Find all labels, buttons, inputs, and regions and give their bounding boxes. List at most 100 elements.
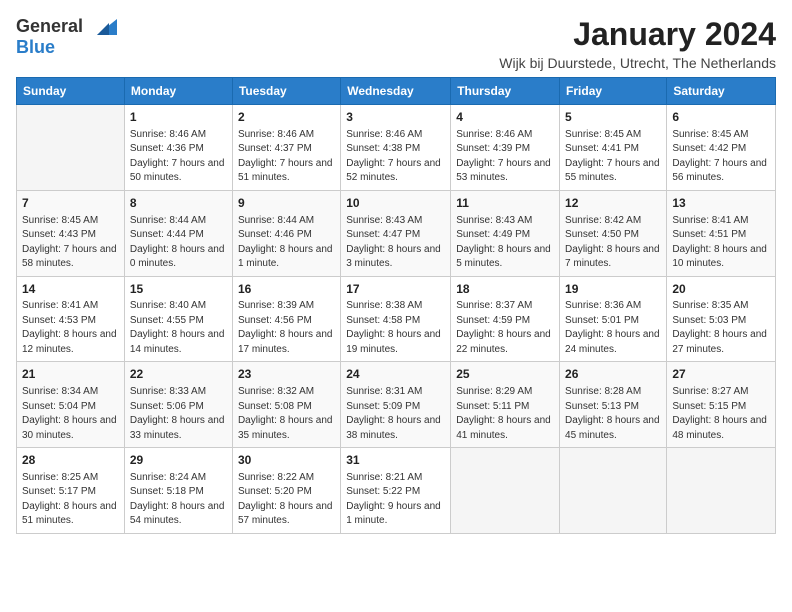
day-info: Sunrise: 8:43 AMSunset: 4:47 PMDaylight:…: [346, 214, 445, 272]
day-cell: [451, 448, 560, 534]
day-cell: 22 Sunrise: 8:33 AMSunset: 5:06 PMDayligh…: [124, 362, 232, 448]
day-number: 15: [130, 281, 227, 298]
day-number: 30: [238, 452, 335, 469]
day-cell: 9 Sunrise: 8:44 AMSunset: 4:46 PMDaylight…: [232, 190, 340, 276]
day-info: Sunrise: 8:46 AMSunset: 4:38 PMDaylight:…: [346, 128, 445, 186]
day-number: 14: [22, 281, 119, 298]
day-cell: 20Sunrise: 8:35 AMSunset: 5:03 PMDayligh…: [667, 276, 776, 362]
day-info: Sunrise: 8:45 AMSunset: 4:41 PMDaylight:…: [565, 128, 661, 186]
day-cell: [560, 448, 667, 534]
day-cell: 23 Sunrise: 8:32 AMSunset: 5:08 PMDayligh…: [232, 362, 340, 448]
day-cell: 17Sunrise: 8:38 AMSunset: 4:58 PMDayligh…: [341, 276, 451, 362]
week-row-2: 7Sunrise: 8:45 AMSunset: 4:43 PMDaylight…: [17, 190, 776, 276]
day-cell: 12 Sunrise: 8:42 AMSunset: 4:50 PMDayligh…: [560, 190, 667, 276]
day-info: Sunrise: 8:32 AMSunset: 5:08 PMDaylight:…: [238, 385, 335, 443]
day-number: 20: [672, 281, 770, 298]
day-number: 4: [456, 109, 554, 126]
day-number: 1: [130, 109, 227, 126]
day-number: 11: [456, 195, 554, 212]
day-cell: 1 Sunrise: 8:46 AMSunset: 4:36 PMDaylight…: [124, 105, 232, 191]
day-info: Sunrise: 8:40 AMSunset: 4:55 PMDaylight:…: [130, 299, 227, 357]
day-number: 23: [238, 366, 335, 383]
day-cell: 4 Sunrise: 8:46 AMSunset: 4:39 PMDaylight…: [451, 105, 560, 191]
day-number: 24: [346, 366, 445, 383]
header-sunday: Sunday: [17, 78, 125, 105]
day-info: Sunrise: 8:42 AMSunset: 4:50 PMDaylight:…: [565, 214, 661, 272]
day-number: 10: [346, 195, 445, 212]
day-number: 3: [346, 109, 445, 126]
day-info: Sunrise: 8:31 AMSunset: 5:09 PMDaylight:…: [346, 385, 445, 443]
day-cell: 3 Sunrise: 8:46 AMSunset: 4:38 PMDaylight…: [341, 105, 451, 191]
logo-blue: Blue: [16, 37, 55, 58]
day-cell: 31Sunrise: 8:21 AMSunset: 5:22 PMDayligh…: [341, 448, 451, 534]
day-cell: 11 Sunrise: 8:43 AMSunset: 4:49 PMDayligh…: [451, 190, 560, 276]
day-number: 12: [565, 195, 661, 212]
day-number: 5: [565, 109, 661, 126]
day-cell: 30 Sunrise: 8:22 AMSunset: 5:20 PMDayligh…: [232, 448, 340, 534]
logo-general: General: [16, 16, 83, 37]
day-cell: [17, 105, 125, 191]
day-number: 28: [22, 452, 119, 469]
day-cell: 28 Sunrise: 8:25 AMSunset: 5:17 PMDayligh…: [17, 448, 125, 534]
logo-icon: [87, 17, 117, 37]
day-info: Sunrise: 8:41 AMSunset: 4:51 PMDaylight:…: [672, 214, 770, 272]
calendar-title: January 2024: [499, 16, 776, 53]
day-info: Sunrise: 8:36 AMSunset: 5:01 PMDaylight:…: [565, 299, 661, 357]
header-saturday: Saturday: [667, 78, 776, 105]
day-cell: 27Sunrise: 8:27 AMSunset: 5:15 PMDayligh…: [667, 362, 776, 448]
day-header-row: SundayMondayTuesdayWednesdayThursdayFrid…: [17, 78, 776, 105]
day-info: Sunrise: 8:45 AMSunset: 4:42 PMDaylight:…: [672, 128, 770, 186]
day-number: 19: [565, 281, 661, 298]
day-info: Sunrise: 8:33 AMSunset: 5:06 PMDaylight:…: [130, 385, 227, 443]
header-tuesday: Tuesday: [232, 78, 340, 105]
day-info: Sunrise: 8:39 AMSunset: 4:56 PMDaylight:…: [238, 299, 335, 357]
day-number: 6: [672, 109, 770, 126]
header-wednesday: Wednesday: [341, 78, 451, 105]
day-number: 29: [130, 452, 227, 469]
day-info: Sunrise: 8:41 AMSunset: 4:53 PMDaylight:…: [22, 299, 119, 357]
day-info: Sunrise: 8:28 AMSunset: 5:13 PMDaylight:…: [565, 385, 661, 443]
calendar-subtitle: Wijk bij Duurstede, Utrecht, The Netherl…: [499, 55, 776, 71]
day-number: 2: [238, 109, 335, 126]
logo: General Blue: [16, 16, 117, 58]
day-cell: 26 Sunrise: 8:28 AMSunset: 5:13 PMDayligh…: [560, 362, 667, 448]
day-info: Sunrise: 8:25 AMSunset: 5:17 PMDaylight:…: [22, 471, 119, 529]
header-friday: Friday: [560, 78, 667, 105]
calendar-table: SundayMondayTuesdayWednesdayThursdayFrid…: [16, 77, 776, 534]
day-cell: 13 Sunrise: 8:41 AMSunset: 4:51 PMDayligh…: [667, 190, 776, 276]
day-info: Sunrise: 8:46 AMSunset: 4:37 PMDaylight:…: [238, 128, 335, 186]
day-cell: [667, 448, 776, 534]
day-number: 22: [130, 366, 227, 383]
day-info: Sunrise: 8:24 AMSunset: 5:18 PMDaylight:…: [130, 471, 227, 529]
day-cell: 16Sunrise: 8:39 AMSunset: 4:56 PMDayligh…: [232, 276, 340, 362]
day-number: 9: [238, 195, 335, 212]
day-cell: 21 Sunrise: 8:34 AMSunset: 5:04 PMDayligh…: [17, 362, 125, 448]
day-number: 18: [456, 281, 554, 298]
day-info: Sunrise: 8:37 AMSunset: 4:59 PMDaylight:…: [456, 299, 554, 357]
day-cell: 14Sunrise: 8:41 AMSunset: 4:53 PMDayligh…: [17, 276, 125, 362]
day-info: Sunrise: 8:21 AMSunset: 5:22 PMDaylight:…: [346, 471, 445, 529]
day-number: 17: [346, 281, 445, 298]
day-info: Sunrise: 8:46 AMSunset: 4:39 PMDaylight:…: [456, 128, 554, 186]
header: General Blue January 2024 Wijk bij Duurs…: [16, 16, 776, 71]
day-number: 16: [238, 281, 335, 298]
day-cell: 19Sunrise: 8:36 AMSunset: 5:01 PMDayligh…: [560, 276, 667, 362]
day-info: Sunrise: 8:22 AMSunset: 5:20 PMDaylight:…: [238, 471, 335, 529]
day-cell: 15Sunrise: 8:40 AMSunset: 4:55 PMDayligh…: [124, 276, 232, 362]
day-info: Sunrise: 8:46 AMSunset: 4:36 PMDaylight:…: [130, 128, 227, 186]
day-number: 26: [565, 366, 661, 383]
day-number: 13: [672, 195, 770, 212]
week-row-3: 14Sunrise: 8:41 AMSunset: 4:53 PMDayligh…: [17, 276, 776, 362]
day-cell: 5 Sunrise: 8:45 AMSunset: 4:41 PMDaylight…: [560, 105, 667, 191]
day-info: Sunrise: 8:38 AMSunset: 4:58 PMDaylight:…: [346, 299, 445, 357]
day-cell: 8Sunrise: 8:44 AMSunset: 4:44 PMDaylight…: [124, 190, 232, 276]
day-info: Sunrise: 8:29 AMSunset: 5:11 PMDaylight:…: [456, 385, 554, 443]
day-info: Sunrise: 8:43 AMSunset: 4:49 PMDaylight:…: [456, 214, 554, 272]
header-monday: Monday: [124, 78, 232, 105]
day-info: Sunrise: 8:44 AMSunset: 4:46 PMDaylight:…: [238, 214, 335, 272]
day-number: 21: [22, 366, 119, 383]
title-area: January 2024 Wijk bij Duurstede, Utrecht…: [499, 16, 776, 71]
week-row-1: 1 Sunrise: 8:46 AMSunset: 4:36 PMDaylight…: [17, 105, 776, 191]
day-number: 8: [130, 195, 227, 212]
day-info: Sunrise: 8:34 AMSunset: 5:04 PMDaylight:…: [22, 385, 119, 443]
